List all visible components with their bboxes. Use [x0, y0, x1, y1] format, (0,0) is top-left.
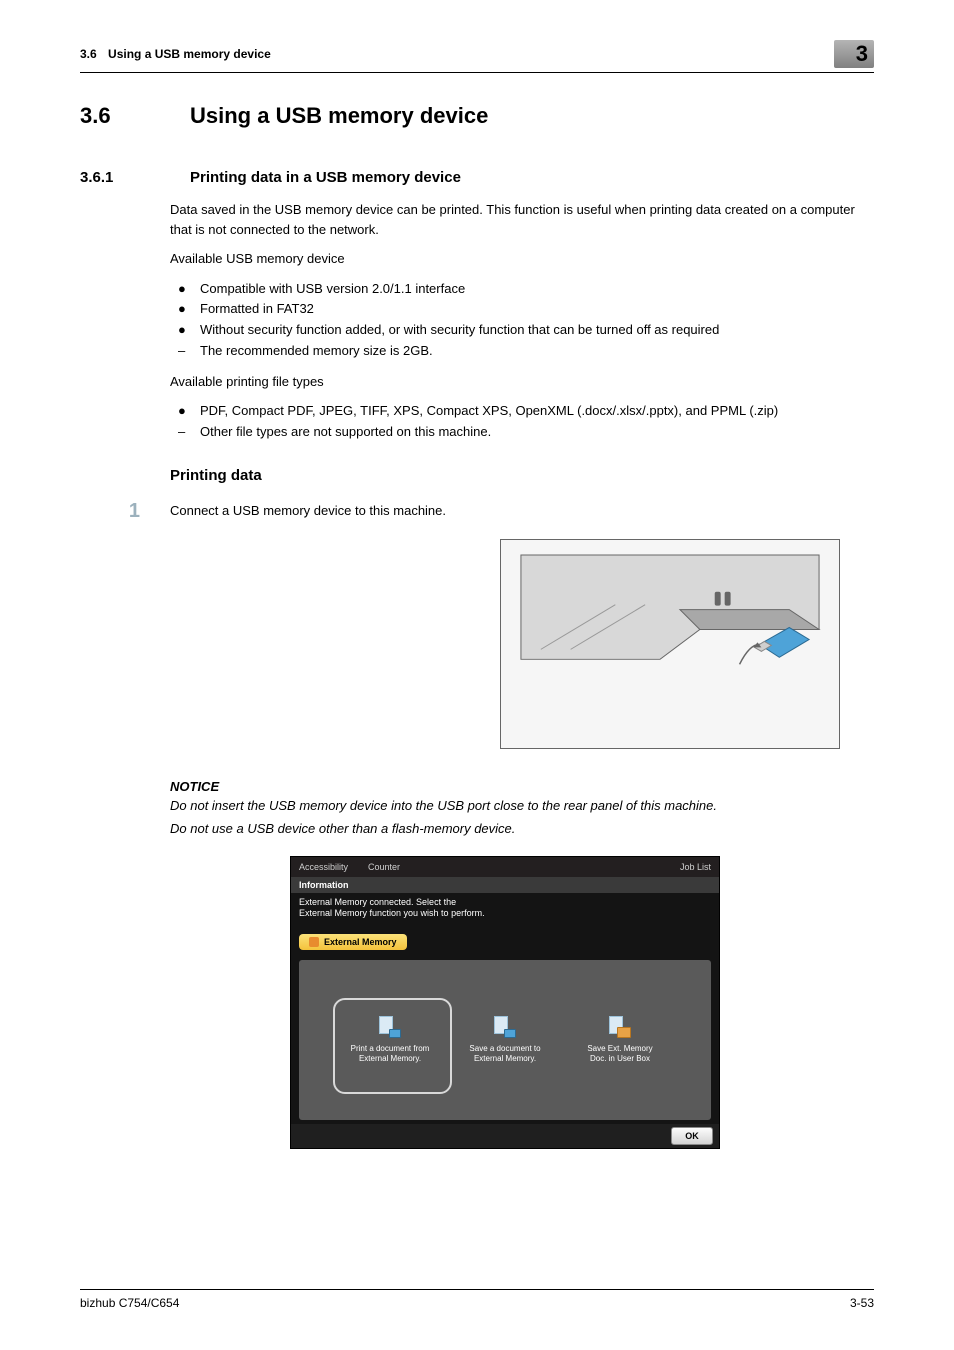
job-list-button[interactable]: Job List [680, 862, 711, 872]
paragraph: Available USB memory device [170, 249, 874, 269]
external-memory-icon [309, 937, 319, 947]
info-header: Information [291, 877, 719, 893]
h1-title: Using a USB memory device [190, 103, 488, 129]
save-to-user-box-tile[interactable]: Save Ext. Memory Doc. in User Box [573, 1016, 668, 1065]
paragraph: Data saved in the USB memory device can … [170, 200, 874, 239]
running-footer: bizhub C754/C654 3-53 [80, 1289, 874, 1310]
doc-usb-icon [494, 1016, 516, 1038]
list-item: ●Formatted in FAT32 [170, 299, 874, 320]
footer-page: 3-53 [850, 1296, 874, 1310]
ui-top-bar: Accessibility Counter Job List [291, 857, 719, 877]
list-item: ●PDF, Compact PDF, JPEG, TIFF, XPS, Comp… [170, 401, 874, 422]
save-to-external-memory-tile[interactable]: Save a document to External Memory. [458, 1016, 553, 1065]
list-item: –Other file types are not supported on t… [170, 422, 874, 443]
h2-title: Printing data in a USB memory device [190, 169, 461, 186]
list-item: ●Compatible with USB version 2.0/1.1 int… [170, 279, 874, 300]
header-section-title: Using a USB memory device [108, 47, 271, 61]
step-number: 1 [80, 500, 170, 523]
notice-line: Do not use a USB device other than a fla… [170, 821, 874, 836]
notice-line: Do not insert the USB memory device into… [170, 798, 874, 813]
tile-area: Print a document from External Memory. S… [299, 960, 711, 1120]
doc-box-icon [609, 1016, 631, 1038]
footer-model: bizhub C754/C654 [80, 1296, 179, 1310]
h1-number: 3.6 [80, 103, 190, 129]
info-message: External Memory connected. Select the Ex… [291, 893, 719, 930]
ui-footer: OK [291, 1124, 719, 1148]
print-from-external-memory-tile[interactable]: Print a document from External Memory. [343, 1016, 438, 1065]
h2-number: 3.6.1 [80, 169, 190, 186]
step-text: Connect a USB memory device to this mach… [170, 500, 446, 523]
running-header: 3.6 Using a USB memory device 3 [80, 40, 874, 73]
bullet-list: ●PDF, Compact PDF, JPEG, TIFF, XPS, Comp… [170, 401, 874, 443]
list-item: ●Without security function added, or wit… [170, 320, 874, 341]
external-memory-tab[interactable]: External Memory [299, 934, 407, 950]
doc-usb-icon [379, 1016, 401, 1038]
procedure-step: 1 Connect a USB memory device to this ma… [80, 500, 874, 523]
touchscreen-panel: Accessibility Counter Job List Informati… [290, 856, 720, 1149]
counter-button[interactable]: Counter [368, 862, 400, 872]
list-item: –The recommended memory size is 2GB. [170, 341, 874, 362]
chapter-badge: 3 [834, 40, 874, 68]
heading-3: Printing data [170, 467, 874, 484]
notice-heading: NOTICE [170, 779, 874, 794]
accessibility-button[interactable]: Accessibility [299, 862, 348, 872]
heading-1: 3.6 Using a USB memory device [80, 103, 874, 129]
bullet-list: ●Compatible with USB version 2.0/1.1 int… [170, 279, 874, 362]
ok-button[interactable]: OK [671, 1127, 713, 1145]
figure-usb-insert [500, 539, 840, 749]
paragraph: Available printing file types [170, 372, 874, 392]
heading-2: 3.6.1 Printing data in a USB memory devi… [80, 169, 874, 186]
header-section-num: 3.6 [80, 47, 97, 61]
